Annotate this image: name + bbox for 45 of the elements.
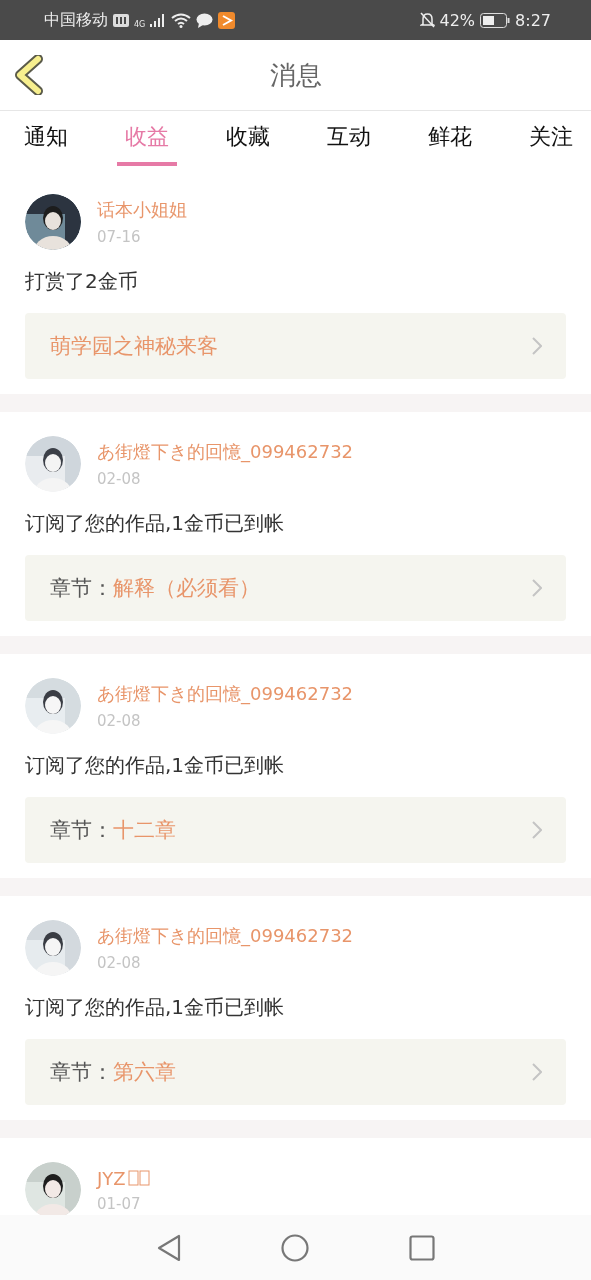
tab[interactable]: 收藏 (218, 111, 278, 166)
back-chevron-icon (14, 55, 44, 95)
page-title: 消息 (269, 58, 322, 92)
message-date: 02-08 (97, 470, 142, 488)
work-title: 第六章 (113, 1059, 176, 1086)
tab[interactable]: 通知 (16, 111, 76, 166)
hd-icon (113, 13, 129, 27)
tab[interactable]: 鲜花 (420, 111, 480, 166)
work-title: 萌学园之神秘来客 (50, 333, 218, 360)
network-type: 4G (134, 19, 146, 29)
message-text: 订阅了您的作品,1金币已到帐 (25, 752, 286, 779)
back-button[interactable] (14, 55, 44, 95)
message-date: 01-07 (97, 1194, 142, 1213)
work-title: 解释（必须看） (113, 575, 260, 602)
work-link[interactable]: 章节：解释（必须看） (25, 555, 566, 621)
muted-bell-icon (419, 12, 435, 28)
chat-bubble-icon (196, 12, 214, 28)
tab[interactable]: 关注 (521, 111, 581, 166)
message-text: 订阅了您的作品,1金币已到帐 (25, 510, 286, 537)
message-date: 02-08 (97, 954, 142, 972)
signal-icon (150, 13, 167, 27)
message-text: 打赏了2金币 (25, 268, 139, 295)
battery-icon (480, 12, 511, 28)
link-label: 章节： (50, 1059, 113, 1086)
back-nav-icon[interactable] (156, 1233, 181, 1262)
tab[interactable]: 互动 (319, 111, 379, 166)
chevron-right-icon (532, 579, 542, 597)
work-link[interactable]: 章节：十二章 (25, 797, 566, 863)
clock: 8:27 (515, 10, 551, 30)
message-text: 订阅了您的作品,1金币已到帐 (25, 994, 286, 1021)
recents-nav-icon[interactable] (408, 1234, 435, 1261)
home-nav-icon[interactable] (280, 1233, 309, 1262)
message-date: 07-16 (97, 228, 142, 246)
play-app-icon (218, 11, 236, 29)
wifi-icon (171, 12, 192, 28)
carrier-name: 中国移动 (44, 9, 108, 31)
chevron-right-icon (532, 1063, 542, 1081)
chevron-right-icon (532, 821, 542, 839)
link-label: 章节： (50, 817, 113, 844)
work-title: 十二章 (113, 817, 176, 844)
link-label: 章节： (50, 575, 113, 602)
work-link[interactable]: 章节：第六章 (25, 1039, 566, 1105)
chevron-right-icon (532, 337, 542, 355)
message-date: 02-08 (97, 712, 142, 730)
battery-percent: 42% (439, 10, 476, 30)
